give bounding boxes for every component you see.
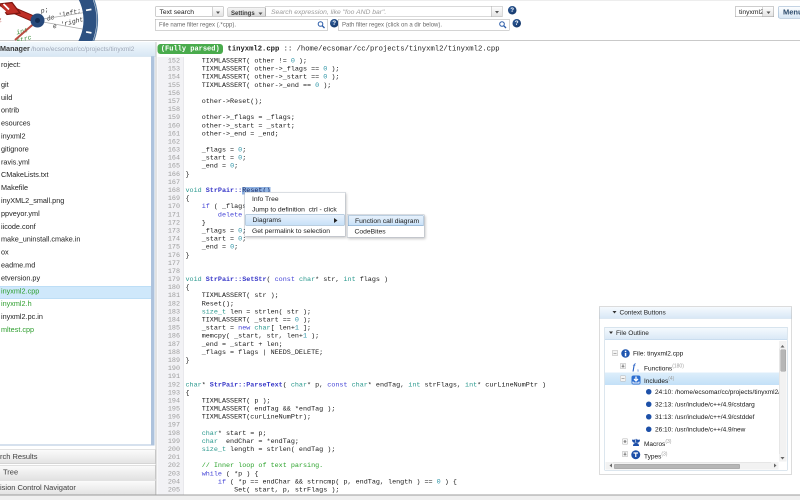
svg-text:z: z: [0, 17, 3, 25]
svg-text:f: f: [633, 362, 637, 372]
svg-text:p;: p;: [39, 6, 49, 15]
svg-text:x: x: [636, 368, 639, 373]
